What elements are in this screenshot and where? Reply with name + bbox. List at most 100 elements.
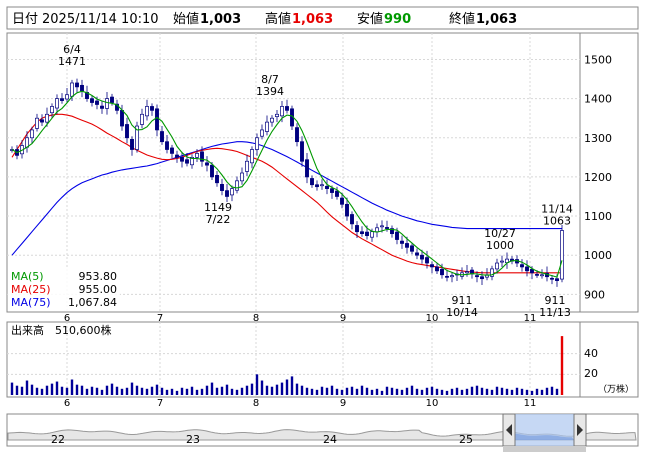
candle-body xyxy=(370,231,374,238)
candle-body xyxy=(560,230,564,280)
candle-body xyxy=(50,106,54,114)
volume-bar xyxy=(530,390,534,395)
volume-bar xyxy=(140,387,144,395)
volume-value: 510,600株 xyxy=(55,323,112,337)
close-label: 終値 xyxy=(449,11,475,27)
candle-body xyxy=(225,190,229,197)
candle-body xyxy=(445,275,449,278)
volume-bar xyxy=(180,387,184,395)
candle-body xyxy=(110,96,114,103)
candle-body xyxy=(385,227,389,229)
candle-body xyxy=(120,110,124,127)
volume-bar xyxy=(325,387,329,395)
candle-body xyxy=(195,153,199,158)
volume-bar xyxy=(415,388,419,395)
volume-bar xyxy=(25,380,29,395)
volume-bar xyxy=(100,389,104,395)
volume-x-tick-label: 8 xyxy=(253,398,259,409)
candle-body xyxy=(75,82,79,88)
volume-bar xyxy=(360,385,364,395)
candle-body xyxy=(400,240,404,244)
volume-bar xyxy=(310,388,314,395)
volume-bar xyxy=(10,382,14,395)
volume-bar xyxy=(345,387,349,395)
candle-body xyxy=(130,138,134,150)
candle-body xyxy=(180,156,184,162)
volume-bar xyxy=(540,389,544,395)
candle-body xyxy=(30,129,34,139)
volume-bar xyxy=(200,388,204,395)
volume-x-tick-label: 6 xyxy=(64,398,70,409)
navigator-label-25: 25 xyxy=(459,433,473,446)
volume-bar xyxy=(40,388,44,395)
volume-bar xyxy=(330,385,334,395)
candle-body xyxy=(175,154,179,158)
volume-bar xyxy=(85,388,89,395)
candle-body xyxy=(280,106,284,117)
navigator-selection[interactable] xyxy=(515,414,574,446)
volume-bar xyxy=(320,386,324,395)
volume-bar xyxy=(290,376,294,395)
volume-bar xyxy=(220,386,224,395)
candle-body xyxy=(255,137,259,150)
annotation-value: 1000 xyxy=(486,239,514,252)
candle-body xyxy=(330,188,334,193)
volume-bar xyxy=(70,379,74,395)
candle-body xyxy=(325,185,329,190)
open-label: 始値 xyxy=(173,11,199,27)
range-navigator[interactable]: 22 23 24 25 xyxy=(6,413,639,452)
volume-bar xyxy=(470,386,474,395)
volume-bar xyxy=(65,387,69,395)
legend-ma5-label: MA(5) xyxy=(11,270,44,283)
candle-body xyxy=(335,190,339,197)
candle-body xyxy=(145,106,149,117)
candle-body xyxy=(425,257,429,264)
candle-body xyxy=(480,276,484,280)
volume-bar xyxy=(520,388,524,395)
candle-body xyxy=(465,271,469,274)
candle-body xyxy=(65,94,69,100)
volume-bar xyxy=(195,389,199,395)
candle-body xyxy=(185,159,189,164)
candle-body xyxy=(270,117,274,123)
candle-body xyxy=(310,178,314,186)
candle-body xyxy=(550,277,554,280)
volume-bar xyxy=(15,385,19,395)
volume-bar xyxy=(230,388,234,395)
candle-body xyxy=(275,113,279,117)
volume-x-tick-label: 11 xyxy=(524,398,537,409)
candle-body xyxy=(95,100,99,105)
candle-body xyxy=(210,164,214,178)
price-y-tick-label: 1500 xyxy=(584,53,612,66)
ma-legend: MA(5) 953.80 MA(25) 955.00 MA(75) 1,067.… xyxy=(8,268,120,311)
volume-bar xyxy=(355,388,359,395)
volume-bar xyxy=(390,387,394,395)
volume-bar xyxy=(265,385,269,395)
volume-bar xyxy=(460,389,464,395)
volume-bar xyxy=(485,388,489,395)
candle-body xyxy=(265,121,269,132)
volume-bar xyxy=(350,386,354,395)
candle-body xyxy=(220,184,224,191)
volume-bar xyxy=(555,388,559,395)
volume-bar xyxy=(95,387,99,395)
datetime-value: 2025/11/14 10:10 xyxy=(42,12,159,27)
volume-bar xyxy=(55,381,59,395)
legend-ma75-label: MA(75) xyxy=(11,296,51,309)
volume-bar xyxy=(300,385,304,395)
candle-body xyxy=(60,98,64,101)
candle-body xyxy=(215,174,219,184)
volume-bar xyxy=(165,389,169,395)
volume-bar xyxy=(480,387,484,395)
navigator-scrollbar[interactable] xyxy=(503,446,586,452)
volume-bar xyxy=(150,386,154,395)
annotation-date: 10/14 xyxy=(446,306,478,319)
low-label: 安値 xyxy=(357,11,383,27)
candle-body xyxy=(55,98,59,109)
candle-body xyxy=(535,274,539,276)
candle-body xyxy=(530,268,534,274)
volume-bar xyxy=(295,383,299,395)
volume-bar xyxy=(90,386,94,395)
volume-x-tick-label: 10 xyxy=(426,398,439,409)
volume-bar xyxy=(500,387,504,395)
